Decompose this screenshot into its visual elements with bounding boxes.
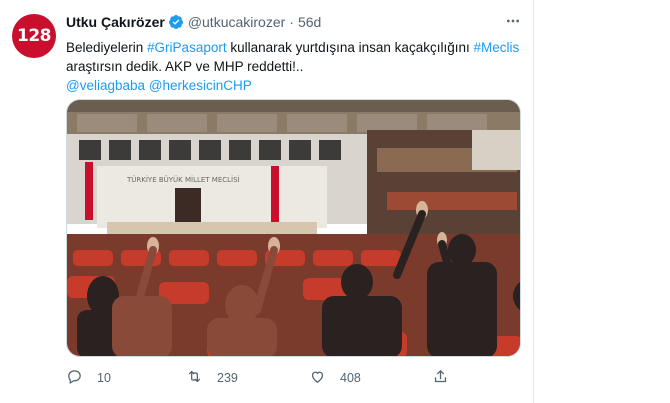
tweet-text-line-2: araştırsın dedik. AKP ve MHP reddetti!.. <box>66 59 304 74</box>
tweet-header: Utku Çakırözer @utkucakirozer · 56d <box>66 12 321 32</box>
tweet-video[interactable]: TÜRKİYE BÜYÜK MİLLET MECLİSİ <box>66 99 521 357</box>
reply-button[interactable]: 10 <box>66 368 111 388</box>
more-options-icon[interactable] <box>502 10 524 32</box>
text-segment: Belediyelerin <box>66 40 148 55</box>
like-button[interactable]: 408 <box>309 368 361 388</box>
hashtag-gripasaport[interactable]: #GriPasaport <box>147 40 227 55</box>
author-name[interactable]: Utku Çakırözer <box>66 14 165 30</box>
tweet-text: Belediyelerin #GriPasaport kullanarak yu… <box>66 38 521 95</box>
avatar[interactable]: 128 <box>12 14 56 58</box>
text-segment: kullanarak yurtdışına insan kaçakçılığın… <box>226 40 474 55</box>
retweet-icon <box>186 368 203 388</box>
reply-icon <box>66 368 83 388</box>
hashtag-meclis[interactable]: #Meclis <box>473 40 519 55</box>
share-button[interactable] <box>432 368 449 388</box>
verified-badge-icon <box>168 14 184 30</box>
heart-icon <box>309 368 326 388</box>
tweet-age[interactable]: 56d <box>298 14 321 30</box>
retweet-count: 239 <box>217 371 238 385</box>
mention-veliagbaba[interactable]: @veliagbaba <box>66 78 145 93</box>
parliament-video-frame: TÜRKİYE BÜYÜK MİLLET MECLİSİ <box>67 100 520 356</box>
mention-herkesicinchp[interactable]: @herkesicinCHP <box>149 78 252 93</box>
chamber-banner-text: TÜRKİYE BÜYÜK MİLLET MECLİSİ <box>126 175 240 184</box>
retweet-button[interactable]: 239 <box>186 368 238 388</box>
reply-count: 10 <box>97 371 111 385</box>
tweet-card[interactable]: 128 Utku Çakırözer @utkucakirozer · 56d … <box>0 0 534 403</box>
tweet-actions: 10 239 408 <box>66 366 521 390</box>
tweet-text-line-1: Belediyelerin #GriPasaport kullanarak yu… <box>66 38 521 57</box>
tweet-text-line-3: @veliagbaba @herkesicinCHP <box>66 76 521 95</box>
author-handle[interactable]: @utkucakirozer <box>188 14 285 30</box>
share-icon <box>432 368 449 388</box>
separator-dot: · <box>289 14 294 30</box>
right-pane <box>535 0 670 403</box>
like-count: 408 <box>340 371 361 385</box>
